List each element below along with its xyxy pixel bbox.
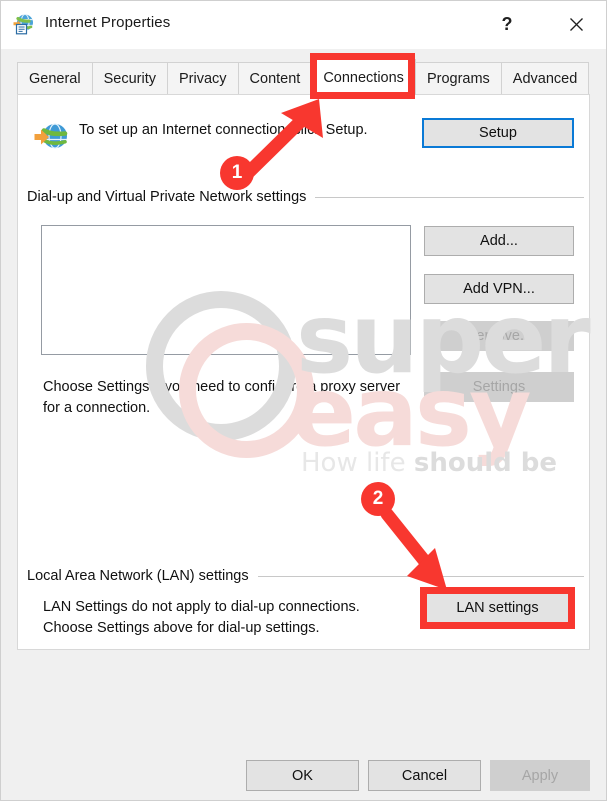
window-title: Internet Properties [45,14,171,31]
proxy-description: Choose Settings if you need to configure… [43,379,401,416]
tab-strip: General Security Privacy Content Connect… [1,49,606,95]
setup-button[interactable]: Setup [422,118,574,148]
tab-advanced[interactable]: Advanced [500,62,590,95]
internet-connection-globe-icon [34,122,68,154]
title-bar: Internet Properties ? [1,1,606,49]
lan-group-label: Local Area Network (LAN) settings [27,568,249,584]
annotation-badge-1: 1 [220,156,254,190]
close-icon[interactable] [558,9,594,39]
ok-button[interactable]: OK [246,760,359,791]
lan-description: LAN Settings do not apply to dial-up con… [43,599,360,636]
dialup-connections-list[interactable] [41,225,411,355]
tab-programs[interactable]: Programs [414,62,502,95]
internet-properties-dialog: Internet Properties ? General Security P… [0,0,607,801]
lan-group-header: Local Area Network (LAN) settings [27,568,584,584]
tab-list: General Security Privacy Content Connect… [17,59,590,95]
annotation-arrow-two [380,507,447,590]
help-button[interactable]: ? [489,9,525,39]
settings-button: Settings [424,372,574,402]
annotation-badge-2: 2 [361,482,395,516]
remove-button: Remove... [424,321,574,351]
tab-content[interactable]: Content [237,62,313,95]
internet-properties-icon [13,13,35,35]
dialup-group-header: Dial-up and Virtual Private Network sett… [27,189,584,205]
tab-security[interactable]: Security [91,62,168,95]
tab-general[interactable]: General [17,62,93,95]
cancel-button[interactable]: Cancel [368,760,481,791]
dialup-group-label: Dial-up and Virtual Private Network sett… [27,189,307,205]
dialup-group-rule [315,196,584,198]
add-vpn-button[interactable]: Add VPN... [424,274,574,304]
apply-button: Apply [490,760,590,791]
add-button[interactable]: Add... [424,226,574,256]
tab-privacy[interactable]: Privacy [166,62,239,95]
